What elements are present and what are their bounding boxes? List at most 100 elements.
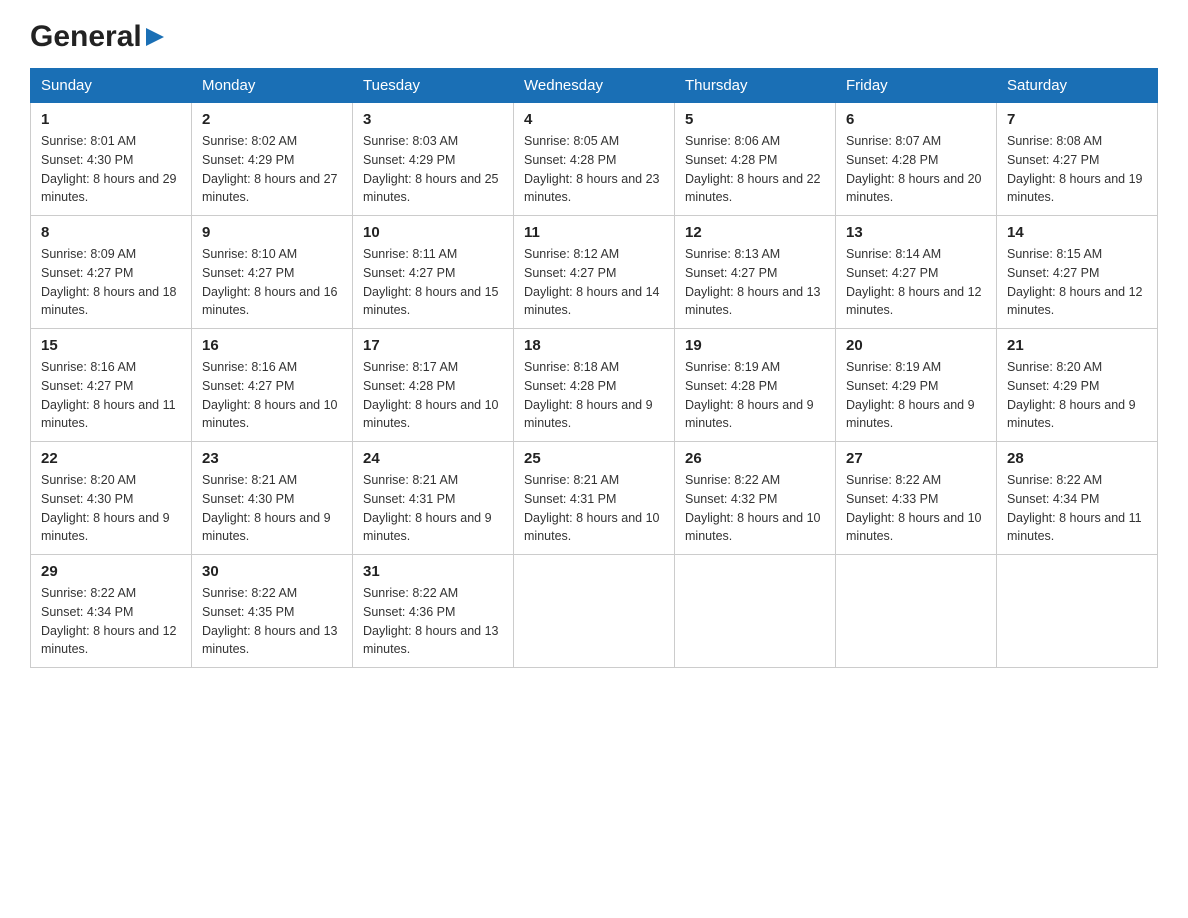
day-info: Sunrise: 8:14 AMSunset: 4:27 PMDaylight:…	[846, 247, 982, 317]
day-info: Sunrise: 8:05 AMSunset: 4:28 PMDaylight:…	[524, 134, 660, 204]
day-info: Sunrise: 8:21 AMSunset: 4:31 PMDaylight:…	[363, 473, 492, 543]
day-info: Sunrise: 8:01 AMSunset: 4:30 PMDaylight:…	[41, 134, 177, 204]
calendar-cell: 16 Sunrise: 8:16 AMSunset: 4:27 PMDaylig…	[192, 329, 353, 442]
calendar-cell: 17 Sunrise: 8:17 AMSunset: 4:28 PMDaylig…	[353, 329, 514, 442]
day-info: Sunrise: 8:19 AMSunset: 4:29 PMDaylight:…	[846, 360, 975, 430]
day-number: 5	[685, 111, 825, 128]
calendar-cell: 10 Sunrise: 8:11 AMSunset: 4:27 PMDaylig…	[353, 216, 514, 329]
day-number: 20	[846, 337, 986, 354]
calendar-cell: 4 Sunrise: 8:05 AMSunset: 4:28 PMDayligh…	[514, 103, 675, 216]
logo-general: General	[30, 20, 142, 54]
calendar-cell: 3 Sunrise: 8:03 AMSunset: 4:29 PMDayligh…	[353, 103, 514, 216]
calendar-cell: 18 Sunrise: 8:18 AMSunset: 4:28 PMDaylig…	[514, 329, 675, 442]
day-number: 15	[41, 337, 181, 354]
day-number: 25	[524, 450, 664, 467]
day-number: 4	[524, 111, 664, 128]
day-info: Sunrise: 8:13 AMSunset: 4:27 PMDaylight:…	[685, 247, 821, 317]
day-number: 18	[524, 337, 664, 354]
day-number: 1	[41, 111, 181, 128]
calendar-cell: 22 Sunrise: 8:20 AMSunset: 4:30 PMDaylig…	[31, 442, 192, 555]
day-info: Sunrise: 8:06 AMSunset: 4:28 PMDaylight:…	[685, 134, 821, 204]
day-number: 29	[41, 563, 181, 580]
day-number: 6	[846, 111, 986, 128]
calendar-cell: 13 Sunrise: 8:14 AMSunset: 4:27 PMDaylig…	[836, 216, 997, 329]
weekday-header: Tuesday	[353, 69, 514, 103]
calendar-cell: 14 Sunrise: 8:15 AMSunset: 4:27 PMDaylig…	[997, 216, 1158, 329]
calendar-cell: 30 Sunrise: 8:22 AMSunset: 4:35 PMDaylig…	[192, 555, 353, 668]
calendar-cell: 7 Sunrise: 8:08 AMSunset: 4:27 PMDayligh…	[997, 103, 1158, 216]
day-number: 28	[1007, 450, 1147, 467]
day-number: 31	[363, 563, 503, 580]
day-info: Sunrise: 8:22 AMSunset: 4:34 PMDaylight:…	[1007, 473, 1142, 543]
calendar-table: SundayMondayTuesdayWednesdayThursdayFrid…	[30, 68, 1158, 668]
calendar-cell: 5 Sunrise: 8:06 AMSunset: 4:28 PMDayligh…	[675, 103, 836, 216]
calendar-cell: 23 Sunrise: 8:21 AMSunset: 4:30 PMDaylig…	[192, 442, 353, 555]
calendar-cell: 9 Sunrise: 8:10 AMSunset: 4:27 PMDayligh…	[192, 216, 353, 329]
calendar-cell: 24 Sunrise: 8:21 AMSunset: 4:31 PMDaylig…	[353, 442, 514, 555]
weekday-header: Thursday	[675, 69, 836, 103]
day-number: 17	[363, 337, 503, 354]
calendar-cell: 12 Sunrise: 8:13 AMSunset: 4:27 PMDaylig…	[675, 216, 836, 329]
day-info: Sunrise: 8:22 AMSunset: 4:33 PMDaylight:…	[846, 473, 982, 543]
day-number: 2	[202, 111, 342, 128]
day-info: Sunrise: 8:16 AMSunset: 4:27 PMDaylight:…	[202, 360, 338, 430]
weekday-header: Wednesday	[514, 69, 675, 103]
calendar-cell: 8 Sunrise: 8:09 AMSunset: 4:27 PMDayligh…	[31, 216, 192, 329]
calendar-cell: 11 Sunrise: 8:12 AMSunset: 4:27 PMDaylig…	[514, 216, 675, 329]
day-number: 19	[685, 337, 825, 354]
logo: General	[30, 20, 166, 50]
day-info: Sunrise: 8:07 AMSunset: 4:28 PMDaylight:…	[846, 134, 982, 204]
calendar-cell	[675, 555, 836, 668]
day-number: 22	[41, 450, 181, 467]
calendar-cell: 2 Sunrise: 8:02 AMSunset: 4:29 PMDayligh…	[192, 103, 353, 216]
day-number: 7	[1007, 111, 1147, 128]
day-info: Sunrise: 8:03 AMSunset: 4:29 PMDaylight:…	[363, 134, 499, 204]
day-number: 8	[41, 224, 181, 241]
calendar-cell: 28 Sunrise: 8:22 AMSunset: 4:34 PMDaylig…	[997, 442, 1158, 555]
calendar-cell: 6 Sunrise: 8:07 AMSunset: 4:28 PMDayligh…	[836, 103, 997, 216]
day-info: Sunrise: 8:11 AMSunset: 4:27 PMDaylight:…	[363, 247, 499, 317]
day-number: 9	[202, 224, 342, 241]
logo-arrow-icon	[144, 26, 166, 48]
day-info: Sunrise: 8:08 AMSunset: 4:27 PMDaylight:…	[1007, 134, 1143, 204]
day-number: 13	[846, 224, 986, 241]
calendar-cell	[514, 555, 675, 668]
day-number: 21	[1007, 337, 1147, 354]
day-info: Sunrise: 8:17 AMSunset: 4:28 PMDaylight:…	[363, 360, 499, 430]
calendar-cell: 27 Sunrise: 8:22 AMSunset: 4:33 PMDaylig…	[836, 442, 997, 555]
day-number: 24	[363, 450, 503, 467]
day-info: Sunrise: 8:10 AMSunset: 4:27 PMDaylight:…	[202, 247, 338, 317]
weekday-header: Sunday	[31, 69, 192, 103]
page-header: General	[30, 20, 1158, 50]
day-number: 27	[846, 450, 986, 467]
day-number: 3	[363, 111, 503, 128]
calendar-cell: 29 Sunrise: 8:22 AMSunset: 4:34 PMDaylig…	[31, 555, 192, 668]
day-info: Sunrise: 8:09 AMSunset: 4:27 PMDaylight:…	[41, 247, 177, 317]
day-info: Sunrise: 8:21 AMSunset: 4:31 PMDaylight:…	[524, 473, 660, 543]
day-info: Sunrise: 8:19 AMSunset: 4:28 PMDaylight:…	[685, 360, 814, 430]
day-number: 30	[202, 563, 342, 580]
day-info: Sunrise: 8:22 AMSunset: 4:35 PMDaylight:…	[202, 586, 338, 656]
calendar-cell: 1 Sunrise: 8:01 AMSunset: 4:30 PMDayligh…	[31, 103, 192, 216]
day-number: 10	[363, 224, 503, 241]
calendar-cell: 26 Sunrise: 8:22 AMSunset: 4:32 PMDaylig…	[675, 442, 836, 555]
day-number: 11	[524, 224, 664, 241]
weekday-header: Saturday	[997, 69, 1158, 103]
day-number: 23	[202, 450, 342, 467]
day-info: Sunrise: 8:12 AMSunset: 4:27 PMDaylight:…	[524, 247, 660, 317]
calendar-cell: 15 Sunrise: 8:16 AMSunset: 4:27 PMDaylig…	[31, 329, 192, 442]
day-number: 16	[202, 337, 342, 354]
calendar-cell	[997, 555, 1158, 668]
day-info: Sunrise: 8:20 AMSunset: 4:30 PMDaylight:…	[41, 473, 170, 543]
calendar-cell: 21 Sunrise: 8:20 AMSunset: 4:29 PMDaylig…	[997, 329, 1158, 442]
day-info: Sunrise: 8:15 AMSunset: 4:27 PMDaylight:…	[1007, 247, 1143, 317]
calendar-cell: 20 Sunrise: 8:19 AMSunset: 4:29 PMDaylig…	[836, 329, 997, 442]
weekday-header: Monday	[192, 69, 353, 103]
day-info: Sunrise: 8:22 AMSunset: 4:36 PMDaylight:…	[363, 586, 499, 656]
day-info: Sunrise: 8:02 AMSunset: 4:29 PMDaylight:…	[202, 134, 338, 204]
day-info: Sunrise: 8:22 AMSunset: 4:34 PMDaylight:…	[41, 586, 177, 656]
calendar-cell: 31 Sunrise: 8:22 AMSunset: 4:36 PMDaylig…	[353, 555, 514, 668]
day-info: Sunrise: 8:18 AMSunset: 4:28 PMDaylight:…	[524, 360, 653, 430]
weekday-header: Friday	[836, 69, 997, 103]
day-number: 14	[1007, 224, 1147, 241]
